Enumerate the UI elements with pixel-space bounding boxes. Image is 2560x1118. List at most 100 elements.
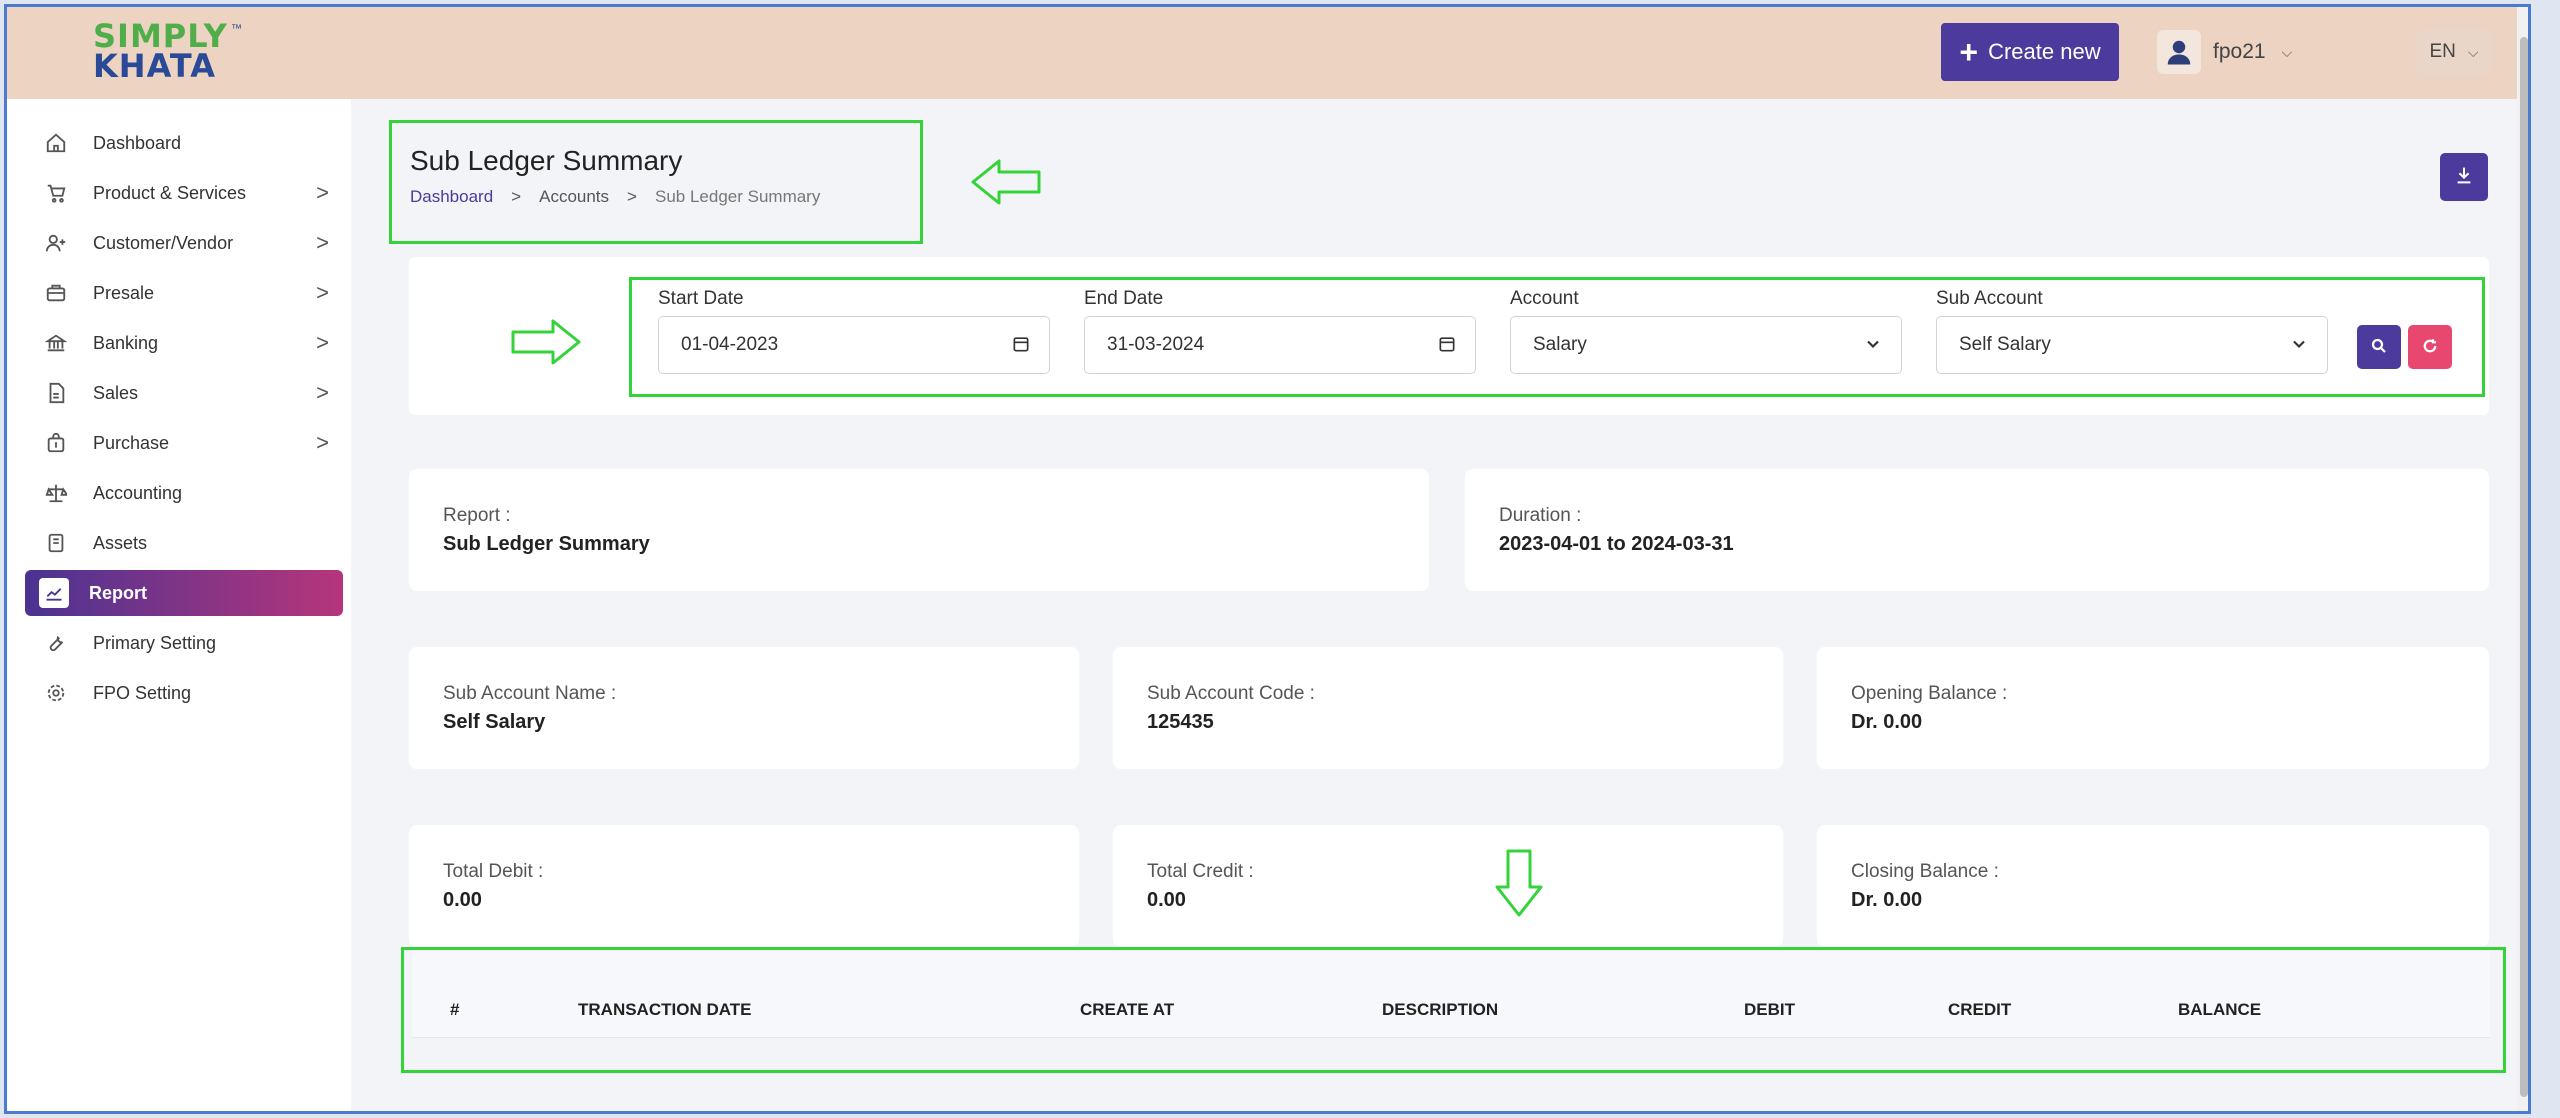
duration-value: 2023-04-01 to 2024-03-31 xyxy=(1499,533,1734,555)
chevron-right-icon: > xyxy=(316,180,329,205)
sidebar-item-report[interactable]: Report xyxy=(25,570,343,616)
chevron-right-icon: > xyxy=(316,230,329,255)
breadcrumb-accounts[interactable]: Accounts xyxy=(539,187,609,207)
total-credit-card: Total Credit : 0.00 xyxy=(1113,825,1783,947)
sidebar-item-label: FPO Setting xyxy=(93,682,192,703)
start-date-label: Start Date xyxy=(658,288,744,309)
total-credit-label: Total Credit : xyxy=(1147,861,1254,882)
chevron-right-icon: > xyxy=(316,330,329,355)
chevron-right-icon: > xyxy=(316,380,329,405)
annotation-arrow-right-icon xyxy=(511,319,581,365)
duration-card: Duration : 2023-04-01 to 2024-03-31 xyxy=(1465,469,2489,591)
page-scrollbar[interactable] xyxy=(2517,7,2528,1111)
chevron-right-icon: > xyxy=(316,280,329,305)
sidebar-item-label: Purchase xyxy=(93,432,170,453)
report-label: Report : xyxy=(443,505,511,526)
language-selector[interactable]: EN ⌵ xyxy=(2417,29,2491,75)
sidebar-item-dashboard[interactable]: Dashboard xyxy=(25,120,343,166)
simplykhata-logo[interactable]: SIMPLY KHATA ™ xyxy=(93,20,253,85)
sidebar-item-label: Sales xyxy=(93,382,139,403)
annotation-arrow-left-icon xyxy=(971,159,1041,205)
table-header-row: # TRANSACTION DATE CREATE AT DESCRIPTION… xyxy=(412,950,2490,1038)
logo-line-2: KHATA xyxy=(93,47,216,85)
app-window: SIMPLY KHATA ™ + Create new fpo21 ⌵ EN ⌵… xyxy=(4,4,2531,1114)
total-debit-label: Total Debit : xyxy=(443,861,544,882)
sidebar-item-label: Presale xyxy=(93,282,155,303)
box-icon xyxy=(39,276,73,310)
sidebar-item-accounting[interactable]: Accounting xyxy=(25,470,343,516)
chart-icon xyxy=(39,578,69,608)
sidebar-item-customer-vendor[interactable]: Customer/Vendor > xyxy=(25,220,343,266)
refresh-icon xyxy=(2421,337,2439,358)
reset-button[interactable] xyxy=(2408,325,2452,369)
end-date-value: 31-03-2024 xyxy=(1107,334,1205,355)
column-header-debit[interactable]: DEBIT xyxy=(1744,1000,1795,1020)
sidebar-item-label: Primary Setting xyxy=(93,632,217,653)
calendar-icon[interactable] xyxy=(1437,334,1457,360)
column-header-balance[interactable]: BALANCE xyxy=(2178,1000,2261,1020)
chevron-down-icon: ⌵ xyxy=(2467,43,2479,60)
column-header-create-at[interactable]: CREATE AT xyxy=(1080,1000,1174,1020)
sub-account-code-label: Sub Account Code : xyxy=(1147,683,1315,704)
end-date-input[interactable]: 31-03-2024 xyxy=(1084,316,1476,374)
logo-trademark: ™ xyxy=(231,23,242,35)
column-header-transaction-date[interactable]: TRANSACTION DATE xyxy=(578,1000,751,1020)
home-icon xyxy=(39,126,73,160)
breadcrumb-current: Sub Ledger Summary xyxy=(654,187,821,206)
start-date-value: 01-04-2023 xyxy=(681,334,779,355)
sidebar-item-assets[interactable]: Assets xyxy=(25,520,343,566)
account-select[interactable]: Salary xyxy=(1510,316,1902,374)
chevron-down-icon xyxy=(2289,334,2309,360)
end-date-label: End Date xyxy=(1084,288,1164,309)
sidebar-item-product-services[interactable]: Product & Services > xyxy=(25,170,343,216)
sidebar-item-fpo-setting[interactable]: FPO Setting xyxy=(25,670,343,716)
sidebar-item-banking[interactable]: Banking > xyxy=(25,320,343,366)
sidebar-item-primary-setting[interactable]: Primary Setting xyxy=(25,620,343,666)
column-header-credit[interactable]: CREDIT xyxy=(1948,1000,2011,1020)
language-label: EN xyxy=(2429,41,2456,62)
sidebar-item-purchase[interactable]: Purchase > xyxy=(25,420,343,466)
gear-icon xyxy=(39,676,73,710)
user-plus-icon xyxy=(39,226,73,260)
chevron-right-icon: > xyxy=(316,430,329,455)
plus-icon: + xyxy=(1959,34,1979,70)
create-new-button[interactable]: + Create new xyxy=(1941,23,2119,81)
sidebar-item-label: Banking xyxy=(93,332,159,353)
download-button[interactable] xyxy=(2440,153,2488,201)
report-card: Report : Sub Ledger Summary xyxy=(409,469,1429,591)
breadcrumb-dashboard[interactable]: Dashboard xyxy=(410,187,493,207)
user-menu[interactable]: fpo21 ⌵ xyxy=(2157,23,2317,81)
sidebar-item-label: Customer/Vendor xyxy=(93,232,234,253)
asset-icon xyxy=(39,526,73,560)
filter-annotation-box: Start Date 01-04-2023 End Date 31-03-202… xyxy=(629,277,2485,397)
sub-account-label: Sub Account xyxy=(1936,288,2043,309)
page-header-annotation-box: Sub Ledger Summary Dashboard > Accounts … xyxy=(389,120,923,244)
scrollbar-thumb[interactable] xyxy=(2520,37,2528,1097)
start-date-input[interactable]: 01-04-2023 xyxy=(658,316,1050,374)
transactions-table-annotation-box: # TRANSACTION DATE CREATE AT DESCRIPTION… xyxy=(401,947,2506,1073)
chevron-down-icon xyxy=(1863,334,1883,360)
sidebar-item-sales[interactable]: Sales > xyxy=(25,370,343,416)
username: fpo21 xyxy=(2213,40,2266,63)
total-credit-value: 0.00 xyxy=(1147,889,1186,911)
create-new-label: Create new xyxy=(1988,39,2101,64)
page-title: Sub Ledger Summary xyxy=(410,145,683,176)
report-value: Sub Ledger Summary xyxy=(443,533,650,555)
calendar-icon[interactable] xyxy=(1011,334,1031,360)
download-icon xyxy=(2453,164,2475,191)
sidebar-item-presale[interactable]: Presale > xyxy=(25,270,343,316)
sub-account-code-value: 125435 xyxy=(1147,711,1214,733)
sidebar-item-label: Accounting xyxy=(93,482,183,503)
search-button[interactable] xyxy=(2357,325,2401,369)
annotation-arrow-down-icon xyxy=(1495,849,1543,917)
sidebar-item-label: Report xyxy=(89,582,147,603)
closing-balance-value: Dr. 0.00 xyxy=(1851,889,1923,911)
sub-account-select[interactable]: Self Salary xyxy=(1936,316,2328,374)
sub-account-code-card: Sub Account Code : 125435 xyxy=(1113,647,1783,769)
duration-label: Duration : xyxy=(1499,505,1582,526)
column-header-description[interactable]: DESCRIPTION xyxy=(1382,1000,1498,1020)
scale-icon xyxy=(39,476,73,510)
top-header: SIMPLY KHATA ™ + Create new fpo21 ⌵ EN ⌵ xyxy=(7,7,2528,99)
column-header-index[interactable]: # xyxy=(450,1000,459,1020)
sidebar-item-label: Assets xyxy=(93,532,148,553)
